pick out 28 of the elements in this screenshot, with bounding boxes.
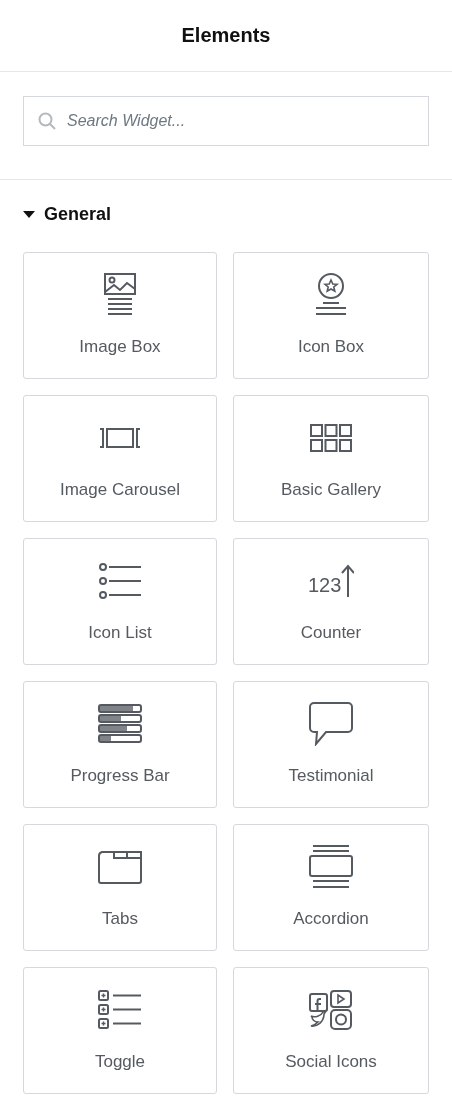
- widget-tile[interactable]: Image Carousel: [23, 395, 217, 522]
- speech-bubble-icon: [309, 702, 353, 746]
- search-field[interactable]: Search Widget...: [23, 96, 429, 146]
- search-icon: [38, 112, 56, 130]
- social-media-icon: [309, 990, 353, 1030]
- widget-tile[interactable]: Icon List: [23, 538, 217, 665]
- bullet-list-icon: [98, 563, 142, 599]
- carousel-icon: [99, 428, 141, 448]
- category-toggle[interactable]: General: [23, 204, 112, 225]
- widget-tile[interactable]: Toggle: [23, 967, 217, 1094]
- grid-icon: [310, 424, 352, 452]
- image-text-icon: [103, 273, 137, 317]
- widget-tile[interactable]: Icon Box: [233, 252, 429, 379]
- widget-tile[interactable]: Progress Bar: [23, 681, 217, 808]
- toggle-list-icon: [98, 990, 142, 1030]
- widget-tile[interactable]: Image Box: [23, 252, 217, 379]
- widget-tile[interactable]: Tabs: [23, 824, 217, 951]
- panel-title: Elements: [181, 24, 271, 47]
- widget-tile[interactable]: 123 Counter: [233, 538, 429, 665]
- widget-tile[interactable]: Testimonial: [233, 681, 429, 808]
- caret-icon: [23, 210, 35, 219]
- folder-tabs-icon: [98, 850, 142, 884]
- widget-tile[interactable]: Social Icons: [233, 967, 429, 1094]
- progress-bars-icon: [98, 704, 142, 744]
- accordion-icon: [309, 845, 353, 889]
- widget-tile[interactable]: Accordion: [233, 824, 429, 951]
- widget-tile[interactable]: Basic Gallery: [233, 395, 429, 522]
- star-badge-icon: [314, 273, 348, 317]
